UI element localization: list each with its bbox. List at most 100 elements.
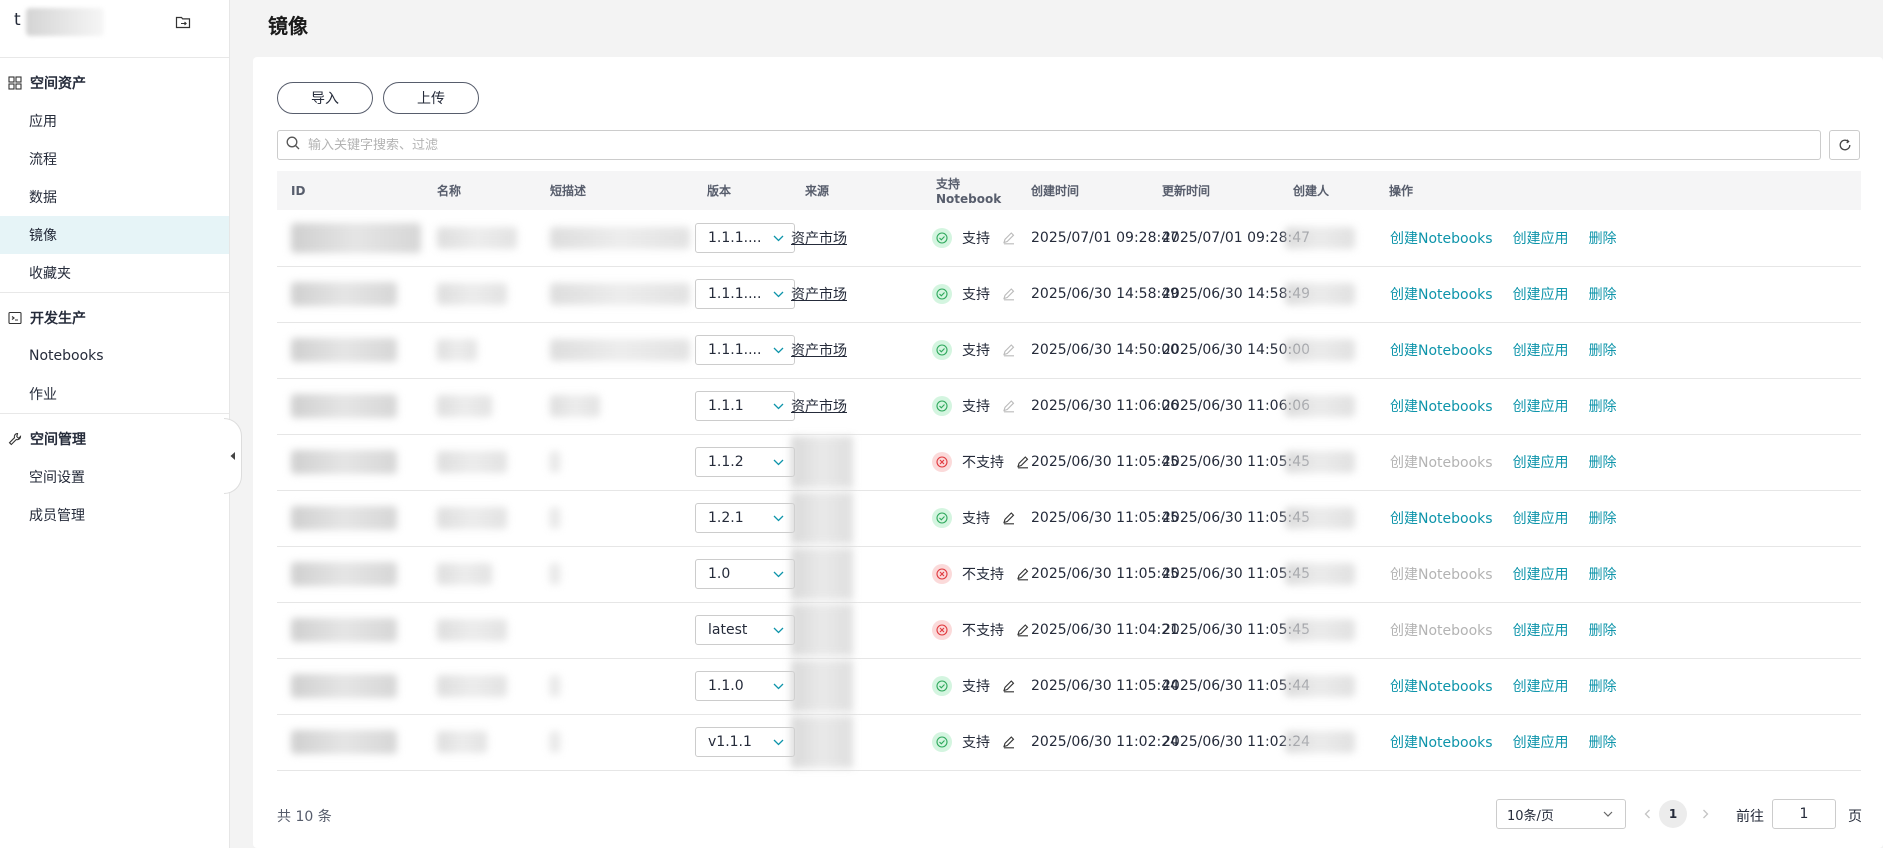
sidebar-item[interactable]: 镜像 [0, 216, 229, 254]
source-link[interactable]: 资产市场 [791, 343, 847, 359]
create-notebook-link[interactable]: 创建Notebooks [1390, 679, 1493, 695]
nav-group-title[interactable]: 空间资产 [0, 64, 229, 102]
chevron-down-icon [773, 286, 784, 302]
sidebar-collapse-toggle[interactable] [224, 418, 242, 494]
import-button[interactable]: 导入 [277, 82, 373, 114]
create-app-link[interactable]: 创建应用 [1513, 231, 1569, 247]
wrench-icon [8, 432, 22, 446]
nav-group-title[interactable]: 开发生产 [0, 299, 229, 337]
blurred-source [791, 660, 853, 712]
source-link[interactable]: 资产市场 [791, 231, 847, 247]
version-select[interactable]: 1.0 [695, 559, 795, 589]
cell-description [536, 602, 693, 659]
version-select[interactable]: latest [695, 615, 795, 645]
edit-icon[interactable] [1002, 679, 1016, 693]
delete-link[interactable]: 删除 [1589, 679, 1617, 695]
sidebar-item[interactable]: 流程 [0, 140, 229, 178]
delete-link[interactable]: 删除 [1589, 623, 1617, 639]
prev-page-button[interactable] [1639, 805, 1655, 823]
create-app-link[interactable]: 创建应用 [1513, 455, 1569, 471]
cell-name [423, 210, 536, 267]
blurred-creator [1285, 675, 1355, 697]
create-app-link[interactable]: 创建应用 [1513, 623, 1569, 639]
create-app-link[interactable]: 创建应用 [1513, 567, 1569, 583]
folder-switch-icon[interactable] [175, 14, 195, 32]
create-notebook-link[interactable]: 创建Notebooks [1390, 231, 1493, 247]
sidebar-item[interactable]: 数据 [0, 178, 229, 216]
upload-button[interactable]: 上传 [383, 82, 479, 114]
edit-icon[interactable] [1016, 567, 1030, 581]
workspace-header[interactable]: t [0, 0, 229, 58]
delete-link[interactable]: 删除 [1589, 343, 1617, 359]
next-page-button[interactable] [1697, 805, 1713, 823]
cell-id [277, 546, 423, 603]
version-value: v1.1.1 [708, 734, 752, 750]
edit-icon[interactable] [1002, 231, 1016, 245]
code-box-icon [8, 311, 22, 325]
create-app-link[interactable]: 创建应用 [1513, 735, 1569, 751]
version-select[interactable]: 1.1.1.... [695, 279, 795, 309]
version-select[interactable]: 1.1.1.... [695, 222, 795, 253]
version-select[interactable]: 1.1.1.... [695, 335, 795, 365]
edit-icon[interactable] [1002, 399, 1016, 413]
create-notebook-link[interactable]: 创建Notebooks [1390, 735, 1493, 751]
goto-page-input[interactable] [1772, 799, 1836, 829]
create-notebook-link[interactable]: 创建Notebooks [1390, 511, 1493, 527]
delete-link[interactable]: 删除 [1589, 231, 1617, 247]
sidebar-item[interactable]: 成员管理 [0, 496, 229, 534]
source-link[interactable]: 资产市场 [791, 287, 847, 303]
create-app-link[interactable]: 创建应用 [1513, 287, 1569, 303]
delete-link[interactable]: 删除 [1589, 399, 1617, 415]
cell-description [536, 434, 693, 491]
create-app-link[interactable]: 创建应用 [1513, 679, 1569, 695]
page-size-select[interactable]: 10条/页 [1496, 799, 1626, 829]
edit-icon[interactable] [1002, 287, 1016, 301]
sidebar-item[interactable]: 空间设置 [0, 458, 229, 496]
sidebar-item[interactable]: 作业 [0, 375, 229, 413]
create-notebook-link[interactable]: 创建Notebooks [1390, 287, 1493, 303]
nav-group-title[interactable]: 空间管理 [0, 420, 229, 458]
column-header: 短描述 [536, 171, 693, 210]
delete-link[interactable]: 删除 [1589, 567, 1617, 583]
edit-icon[interactable] [1016, 623, 1030, 637]
source-link[interactable]: 资产市场 [791, 399, 847, 415]
search-box[interactable] [277, 130, 1821, 160]
edit-icon[interactable] [1002, 343, 1016, 357]
version-select[interactable]: 1.1.0 [695, 671, 795, 701]
search-input[interactable] [308, 137, 1820, 153]
version-select[interactable]: 1.1.1 [695, 391, 795, 421]
chevron-down-icon [1603, 811, 1613, 817]
blurred-name [437, 339, 477, 361]
cell-version: 1.1.1.... [693, 210, 795, 267]
delete-link[interactable]: 删除 [1589, 287, 1617, 303]
sidebar-item[interactable]: Notebooks [0, 337, 229, 375]
create-notebook-link[interactable]: 创建Notebooks [1390, 399, 1493, 415]
edit-icon[interactable] [1002, 511, 1016, 525]
delete-link[interactable]: 删除 [1589, 511, 1617, 527]
cell-id [277, 714, 423, 771]
cell-notebook-support: 支持 [922, 210, 1017, 267]
version-select[interactable]: 1.1.2 [695, 447, 795, 477]
delete-link[interactable]: 删除 [1589, 735, 1617, 751]
sidebar-item[interactable]: 收藏夹 [0, 254, 229, 292]
refresh-button[interactable] [1829, 130, 1860, 160]
delete-link[interactable]: 删除 [1589, 455, 1617, 471]
version-value: 1.2.1 [708, 510, 744, 526]
create-app-link[interactable]: 创建应用 [1513, 399, 1569, 415]
blurred-creator [1285, 507, 1355, 529]
version-select[interactable]: 1.2.1 [695, 503, 795, 533]
status-text: 不支持 [962, 567, 1004, 583]
edit-icon[interactable] [1002, 735, 1016, 749]
edit-icon[interactable] [1016, 455, 1030, 469]
version-value: 1.1.1.... [708, 286, 762, 302]
create-app-link[interactable]: 创建应用 [1513, 511, 1569, 527]
cell-updated: 2025/06/30 14:50:00 [1148, 322, 1310, 379]
version-select[interactable]: v1.1.1 [695, 727, 795, 757]
blurred-name [437, 451, 507, 473]
column-header: 名称 [423, 171, 536, 210]
chevron-down-icon [773, 734, 784, 750]
sidebar-item[interactable]: 应用 [0, 102, 229, 140]
page-number-current[interactable]: 1 [1659, 800, 1687, 828]
create-notebook-link[interactable]: 创建Notebooks [1390, 343, 1493, 359]
create-app-link[interactable]: 创建应用 [1513, 343, 1569, 359]
